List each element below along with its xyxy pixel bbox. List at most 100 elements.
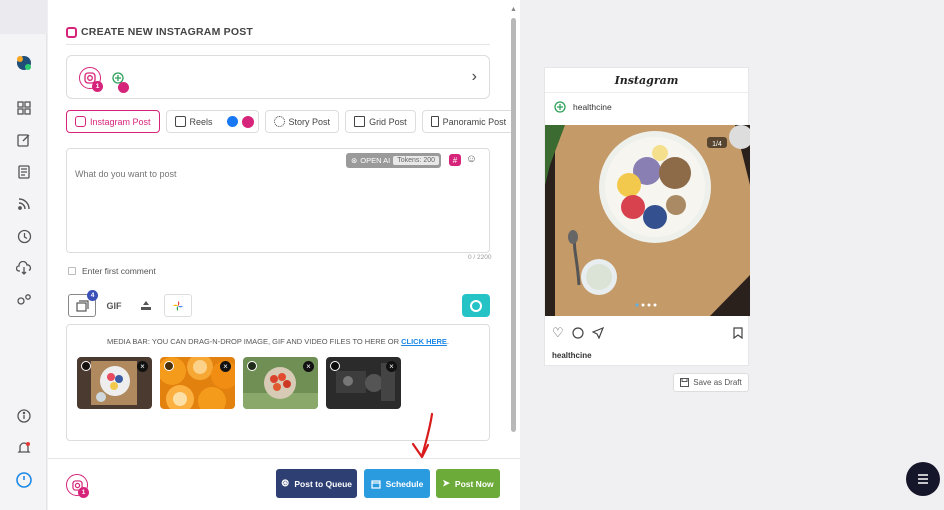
tab-story-post[interactable]: Story Post <box>264 110 340 133</box>
first-comment-row: Enter first comment <box>68 266 156 276</box>
preview-counter: 1/4 <box>712 141 722 148</box>
hamburger-menu-icon <box>918 474 928 484</box>
tab-grid-post[interactable]: Grid Post <box>345 110 416 133</box>
tab-panoramic-post[interactable]: Panoramic Post <box>421 110 516 133</box>
scrollbar-thumb[interactable] <box>511 18 516 432</box>
remove-media-icon[interactable]: × <box>386 361 397 372</box>
selected-account-badge: 1 <box>78 487 89 498</box>
gif-button[interactable]: GIF <box>100 294 128 317</box>
media-thumbnail[interactable]: × <box>160 357 235 409</box>
schedule-label: Schedule <box>385 478 424 489</box>
left-sidebar <box>0 0 47 510</box>
image-type-icon <box>164 361 174 371</box>
sidebar-top <box>0 0 47 34</box>
healthcine-avatar <box>554 101 566 113</box>
hashtag-icon[interactable]: # <box>449 154 461 166</box>
grid-icon <box>354 116 366 127</box>
preview-actions: ♡ <box>552 325 743 341</box>
click-here-link[interactable]: CLICK HERE <box>401 337 447 346</box>
openai-icon: ⊛ <box>350 156 358 165</box>
image-type-icon <box>247 361 257 371</box>
tab-reels[interactable]: Reels <box>165 110 259 133</box>
instagram-icon <box>75 116 86 127</box>
compose-icon[interactable] <box>14 130 34 150</box>
openai-label: OPEN AI <box>360 156 391 165</box>
video-type-icon <box>330 361 340 371</box>
media-thumbnail[interactable]: × <box>77 357 152 409</box>
openai-button[interactable]: ⊛ OPEN AI Tokens: 200 <box>345 153 441 168</box>
annotation-arrow-icon <box>411 412 434 459</box>
tab-label: Panoramic Post <box>442 116 507 127</box>
emoji-icon[interactable]: ☺ <box>466 153 477 165</box>
media-bar-label: MEDIA BAR: YOU CAN DRAG-N-DROP IMAGE, GI… <box>67 337 489 346</box>
tab-label: Story Post <box>288 116 331 127</box>
save-as-draft-button[interactable]: Save as Draft <box>673 373 749 392</box>
history-icon[interactable] <box>14 226 34 246</box>
post-to-queue-label: Post to Queue <box>294 478 352 489</box>
media-thumbnails: × × × × <box>77 357 401 409</box>
info-icon[interactable] <box>14 406 34 426</box>
tab-label: Instagram Post <box>90 116 151 127</box>
page-title: CREATE NEW INSTAGRAM POST <box>66 26 253 38</box>
upload-icon[interactable] <box>132 294 160 317</box>
cloud-download-icon[interactable] <box>14 258 34 278</box>
instagram-preview: Instagram healthcine 1/4 ♡ healthcine <box>544 67 750 366</box>
post-text-input[interactable] <box>75 169 475 239</box>
queue-icon: ⊛ <box>280 478 290 489</box>
post-to-queue-button[interactable]: ⊛ Post to Queue <box>276 469 357 498</box>
first-comment-label: Enter first comment <box>82 266 156 276</box>
media-thumbnail[interactable]: × <box>326 357 401 409</box>
remove-media-icon[interactable]: × <box>137 361 148 372</box>
heart-icon: ♡ <box>552 325 564 340</box>
remove-media-icon[interactable]: × <box>303 361 314 372</box>
menu-fab-button[interactable] <box>906 462 940 496</box>
notification-bell-icon[interactable] <box>14 438 34 458</box>
canva-button[interactable] <box>462 294 490 317</box>
preview-caption-user: healthcine <box>552 351 592 360</box>
calendar-icon <box>370 479 381 489</box>
post-type-tabs: Instagram Post Reels Story Post Grid Pos… <box>66 110 516 133</box>
send-icon: ➤ <box>442 478 450 488</box>
divider <box>66 44 490 45</box>
char-counter: 0 / 2200 <box>468 254 492 261</box>
schedule-button[interactable]: Schedule <box>364 469 430 498</box>
facebook-icon <box>226 116 238 127</box>
share-icon <box>591 327 604 339</box>
rss-icon[interactable] <box>14 194 34 214</box>
account-count-badge: 1 <box>92 81 103 92</box>
post-now-label: Post Now <box>454 478 494 489</box>
post-text-editor: ⊛ OPEN AI Tokens: 200 # ☺ <box>66 148 490 253</box>
editor-scrollbar[interactable]: ▲ <box>510 6 517 506</box>
save-icon <box>680 378 690 387</box>
posts-icon[interactable] <box>14 162 34 182</box>
instagram-small-badge-icon <box>118 82 129 93</box>
bookmark-icon <box>733 327 743 339</box>
app-logo[interactable] <box>14 53 34 73</box>
tab-label: Grid Post <box>369 116 407 127</box>
canva-icon <box>470 299 482 312</box>
account-selector[interactable]: 1 › <box>66 55 490 99</box>
first-comment-checkbox[interactable] <box>68 267 76 275</box>
tab-label: Reels <box>189 116 213 127</box>
scroll-up-arrow-icon[interactable]: ▲ <box>510 6 517 13</box>
media-thumbnail[interactable]: × <box>243 357 318 409</box>
remove-media-icon[interactable]: × <box>220 361 231 372</box>
media-bar-suffix: . <box>446 337 450 346</box>
editor-footer: 1 ⊛ Post to Queue Schedule ➤ Post Now <box>48 458 520 510</box>
chevron-right-icon[interactable]: › <box>472 68 477 86</box>
power-icon[interactable] <box>14 470 34 490</box>
preview-image[interactable]: 1/4 <box>545 125 750 316</box>
save-as-draft-label: Save as Draft <box>693 378 742 387</box>
dashboard-icon[interactable] <box>14 98 34 118</box>
post-now-button[interactable]: ➤ Post Now <box>436 469 500 498</box>
tokens-label: Tokens: 200 <box>393 156 439 165</box>
google-photos-icon[interactable] <box>164 294 192 317</box>
reels-icon <box>174 116 186 127</box>
story-icon <box>273 116 285 127</box>
media-count-badge: 4 <box>87 290 98 301</box>
panoramic-icon <box>430 116 439 127</box>
media-library-button[interactable]: 4 <box>68 290 98 317</box>
tab-instagram-post[interactable]: Instagram Post <box>66 110 160 133</box>
settings-icon[interactable] <box>14 290 34 310</box>
instagram-icon <box>241 115 254 128</box>
